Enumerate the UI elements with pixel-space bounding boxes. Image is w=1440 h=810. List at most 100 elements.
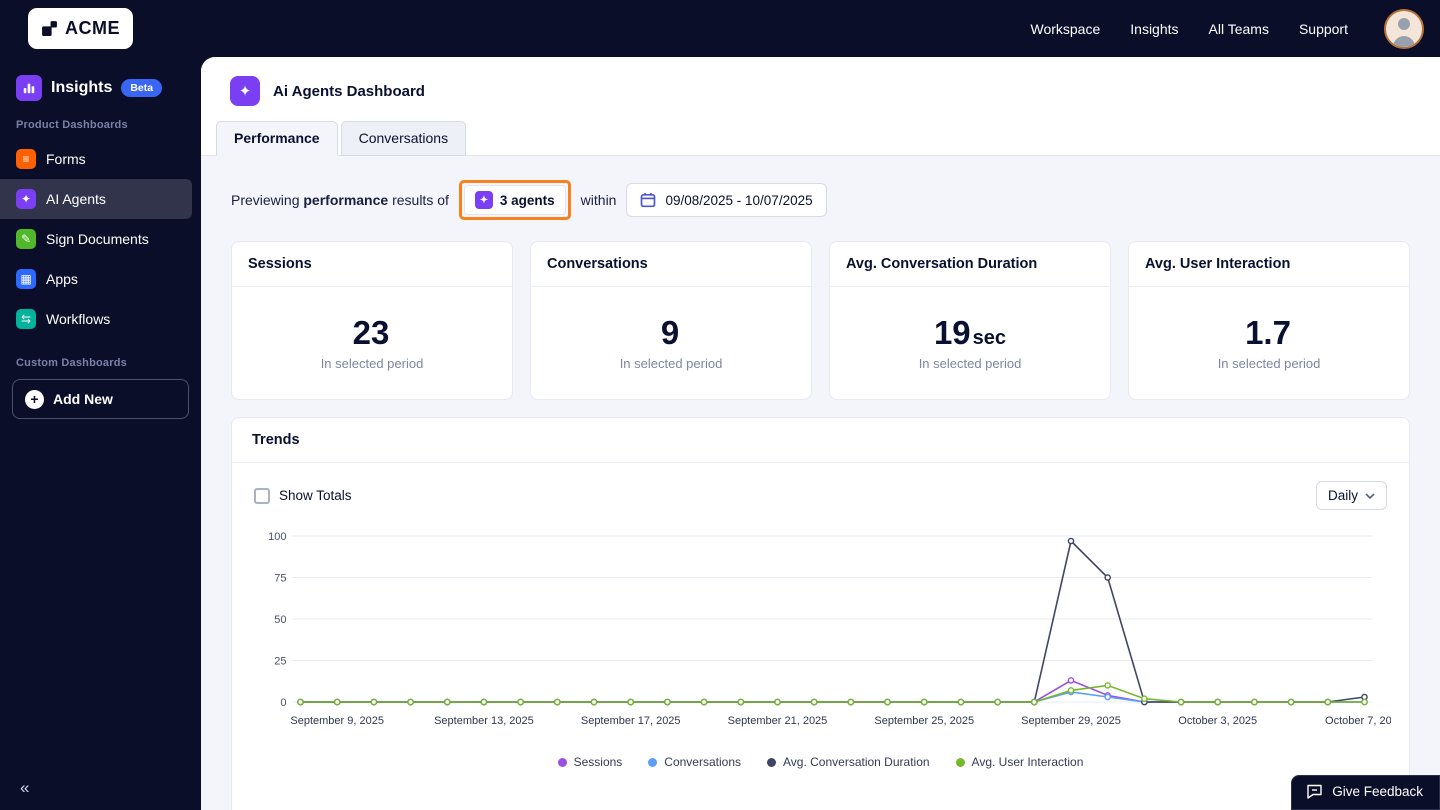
acme-logo-text: ACME — [65, 18, 120, 38]
top-navbar: ACME Workspace Insights All Teams Suppor… — [0, 0, 1440, 57]
stat-caption: In selected period — [619, 355, 723, 371]
sidebar-item-label: Forms — [46, 151, 86, 167]
svg-text:October 7, 2025: October 7, 2025 — [1325, 715, 1391, 727]
stat-label: Avg. Conversation Duration — [830, 242, 1110, 287]
tab-performance[interactable]: Performance — [216, 121, 338, 156]
stat-card-conversations: Conversations 9 In selected period — [530, 241, 812, 400]
add-new-button[interactable]: + Add New — [12, 379, 189, 419]
agent-sparkle-icon: ✦ — [474, 191, 493, 209]
svg-text:September 21, 2025: September 21, 2025 — [728, 715, 828, 727]
legend-item-avg-user-interaction: Avg. User Interaction — [955, 755, 1083, 769]
workflows-icon: ⇆ — [16, 309, 36, 329]
give-feedback-label: Give Feedback — [1332, 784, 1423, 799]
svg-text:75: 75 — [274, 573, 286, 585]
stat-card-avg-user-interaction: Avg. User Interaction 1.7 In selected pe… — [1128, 241, 1410, 400]
main-panel: ✦ Ai Agents Dashboard Performance Conver… — [201, 57, 1440, 810]
feedback-bubble-icon — [1307, 784, 1322, 799]
nav-link-insights[interactable]: Insights — [1130, 21, 1178, 37]
stat-caption: In selected period — [918, 355, 1022, 371]
add-new-label: Add New — [53, 391, 113, 407]
stat-caption: In selected period — [320, 355, 424, 371]
acme-logo-icon — [42, 21, 57, 36]
nav-link-workspace[interactable]: Workspace — [1030, 21, 1100, 37]
highlight-annotation: ✦ 3 agents — [458, 180, 571, 220]
stat-card-sessions: Sessions 23 In selected period — [231, 241, 513, 400]
legend-item-conversations: Conversations — [648, 755, 741, 769]
legend-dot — [557, 757, 567, 767]
svg-text:October 3, 2025: October 3, 2025 — [1178, 715, 1257, 727]
collapse-sidebar-icon[interactable]: « — [20, 778, 29, 798]
preview-text: Previewing performance results of — [231, 192, 449, 208]
sidebar-item-label: Sign Documents — [46, 231, 149, 247]
user-avatar[interactable] — [1384, 8, 1424, 49]
show-totals-checkbox[interactable] — [254, 487, 270, 504]
preview-bar: Previewing performance results of ✦ 3 ag… — [231, 180, 1410, 220]
nav-link-all-teams[interactable]: All Teams — [1209, 21, 1269, 37]
trends-title: Trends — [232, 418, 1409, 463]
svg-text:September 13, 2025: September 13, 2025 — [434, 715, 534, 727]
show-totals-label: Show Totals — [279, 488, 352, 503]
sidebar-item-workflows[interactable]: ⇆ Workflows — [0, 299, 192, 339]
sidebar-item-ai-agents[interactable]: ✦ AI Agents — [0, 179, 192, 219]
nav-link-support[interactable]: Support — [1299, 21, 1348, 37]
preview-bold-word: performance — [303, 192, 389, 208]
sidebar-title: Insights — [51, 79, 113, 96]
section-custom-dashboards: Custom Dashboards — [16, 357, 127, 369]
date-range-button[interactable]: 09/08/2025 - 10/07/2025 — [626, 183, 827, 217]
date-range-label: 09/08/2025 - 10/07/2025 — [665, 192, 813, 208]
stat-value: 9 — [660, 313, 680, 351]
stat-value: 1.7 — [1245, 313, 1291, 351]
agents-selector-button[interactable]: ✦ 3 agents — [463, 185, 566, 215]
stats-grid: Sessions 23 In selected period Conversat… — [231, 241, 1410, 400]
svg-text:September 9, 2025: September 9, 2025 — [290, 715, 384, 727]
tab-conversations[interactable]: Conversations — [340, 121, 467, 156]
tab-bar: Performance Conversations — [201, 121, 1440, 156]
sidebar: Insights Beta Product Dashboards ≡ Forms… — [0, 57, 201, 810]
stat-label: Sessions — [232, 242, 512, 287]
sidebar-item-forms[interactable]: ≡ Forms — [0, 139, 192, 179]
trends-card: Trends Show Totals Daily 0 25 50 75 100 Septe… — [231, 417, 1410, 810]
chart-legend: Sessions Conversations Avg. Conversation… — [232, 755, 1409, 769]
interval-label: Daily — [1327, 488, 1358, 503]
top-nav-links: Workspace Insights All Teams Support — [1030, 8, 1424, 49]
legend-item-avg-conversation-duration: Avg. Conversation Duration — [767, 755, 930, 769]
sidebar-item-label: AI Agents — [46, 191, 106, 207]
sidebar-item-label: Apps — [46, 271, 78, 287]
svg-text:September 17, 2025: September 17, 2025 — [581, 715, 681, 727]
insights-icon — [16, 75, 42, 101]
ai-agents-icon: ✦ — [16, 189, 36, 209]
dashboard-content: Previewing performance results of ✦ 3 ag… — [201, 156, 1440, 810]
sign-documents-icon: ✎ — [16, 229, 36, 249]
sidebar-item-sign-documents[interactable]: ✎ Sign Documents — [0, 219, 192, 259]
trends-chart: 0 25 50 75 100 September 9, 2025 September 13,… — [268, 531, 1404, 727]
beta-badge: Beta — [121, 79, 163, 97]
forms-icon: ≡ — [16, 149, 36, 169]
acme-logo[interactable]: ACME — [28, 8, 133, 49]
show-totals-toggle[interactable]: Show Totals — [254, 487, 352, 504]
within-label: within — [580, 192, 617, 208]
interval-select[interactable]: Daily — [1315, 481, 1387, 510]
sidebar-header: Insights Beta — [0, 75, 201, 101]
give-feedback-button[interactable]: Give Feedback — [1291, 775, 1440, 810]
stat-value: 23 — [352, 313, 390, 351]
stat-caption: In selected period — [1217, 355, 1321, 371]
dashboard-icon: ✦ — [230, 76, 260, 106]
sidebar-item-apps[interactable]: ▦ Apps — [0, 259, 192, 299]
stat-label: Avg. User Interaction — [1129, 242, 1409, 287]
stat-card-avg-conversation-duration: Avg. Conversation Duration 19 sec In sele… — [829, 241, 1111, 400]
svg-text:50: 50 — [274, 614, 286, 626]
svg-text:0: 0 — [280, 697, 286, 709]
svg-text:September 29, 2025: September 29, 2025 — [1021, 715, 1121, 727]
dashboard-header: ✦ Ai Agents Dashboard Performance Conver… — [201, 57, 1440, 156]
svg-text:100: 100 — [268, 531, 286, 543]
legend-dot — [955, 757, 965, 767]
page-title: Ai Agents Dashboard — [273, 82, 425, 100]
legend-dot — [648, 757, 658, 767]
svg-text:September 25, 2025: September 25, 2025 — [874, 715, 974, 727]
legend-dot — [767, 757, 777, 767]
apps-icon: ▦ — [16, 269, 36, 289]
sidebar-item-label: Workflows — [46, 311, 111, 327]
stat-value: 19 sec — [933, 313, 1007, 351]
legend-item-sessions: Sessions — [557, 755, 622, 769]
calendar-icon — [641, 193, 656, 208]
